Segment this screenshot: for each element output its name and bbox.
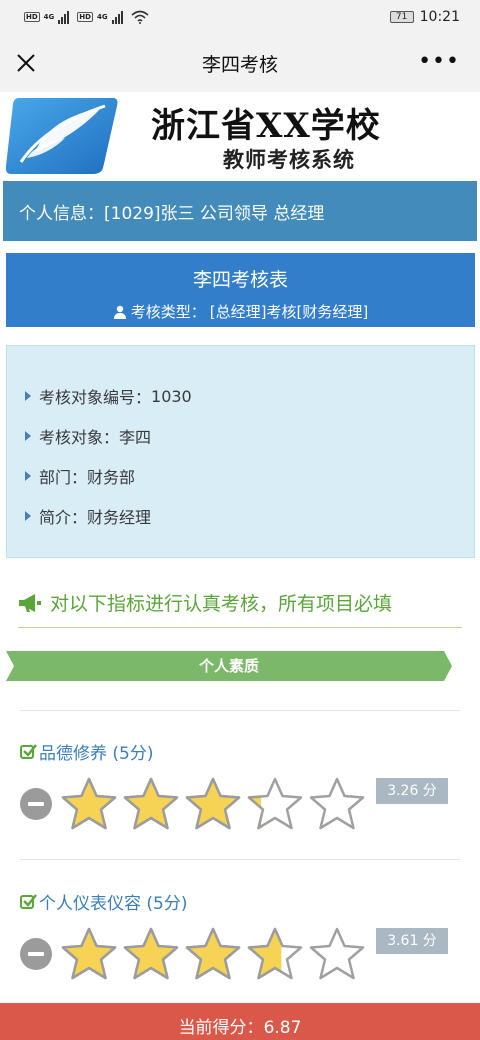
info-value: 李四 [119, 428, 152, 447]
caret-right-icon [25, 511, 31, 521]
clock: 10:21 [419, 9, 460, 25]
more-menu-button[interactable]: ••• [418, 51, 460, 73]
info-label: 部门： [39, 468, 88, 487]
score-badge: 3.61 分 [376, 928, 448, 954]
info-label: 考核对象： [39, 428, 120, 447]
rating-row-2: 3.61 分 [20, 926, 460, 982]
signal-icon [58, 10, 70, 24]
wifi-icon [131, 10, 149, 24]
decrease-rating-button[interactable] [20, 938, 52, 970]
caret-right-icon [25, 471, 31, 481]
current-score-label: 当前得分： [178, 1018, 264, 1038]
school-name: 浙江省XX学校 [151, 106, 381, 146]
info-value: 1030 [151, 386, 192, 406]
criterion-label-2: 个人仪表仪容 (5分) [20, 889, 187, 914]
current-score-bar: 当前得分：6.87 [0, 1003, 480, 1040]
score-badge: 3.26 分 [376, 778, 448, 804]
page-title: 李四考核 [201, 53, 278, 76]
sim1-hd-label: HD [24, 11, 40, 22]
star-filled-icon[interactable] [122, 776, 180, 832]
star-filled-icon[interactable] [246, 776, 304, 832]
user-info-label: 个人信息： [19, 203, 104, 224]
status-bar: HD 4G HD 4G 71 10:21 [0, 0, 480, 34]
battery-icon: 71 [389, 11, 414, 23]
sim2-network-label: 4G [96, 13, 108, 21]
rating-row-1: 3.26 分 [20, 776, 460, 832]
caret-right-icon [25, 391, 31, 401]
criterion-name: 个人仪表仪容 (5分) [39, 894, 188, 914]
megaphone-icon [19, 593, 41, 612]
star-filled-icon[interactable] [122, 926, 180, 982]
section-header: 个人素质 [6, 651, 452, 681]
info-row-target: 考核对象： 李四 [7, 416, 474, 456]
info-row-id: 考核对象编号： 1030 [7, 376, 474, 416]
instruction-text: 对以下指标进行认真考核，所有项目必填 [50, 593, 393, 615]
star-filled-icon[interactable] [60, 776, 118, 832]
criterion-name: 品德修养 (5分) [39, 744, 154, 764]
info-row-department: 部门： 财务部 [7, 456, 474, 496]
divider [20, 710, 460, 711]
info-row-intro: 简介： 财务经理 [7, 496, 474, 536]
criterion-label-1: 品德修养 (5分) [20, 739, 153, 764]
status-left: HD 4G HD 4G [24, 10, 149, 24]
sim2-indicator: HD [77, 11, 93, 23]
system-name: 教师考核系统 [223, 148, 355, 172]
star-empty-icon[interactable] [308, 776, 366, 832]
school-logo [5, 98, 118, 174]
evaluation-type-label: 考核类型： [130, 303, 206, 321]
info-label: 简介： [39, 508, 88, 527]
checkbox-checked-icon [20, 894, 37, 909]
evaluation-type-value: [总经理]考核[财务经理] [209, 303, 369, 321]
target-info-box: 考核对象编号： 1030 考核对象： 李四 部门： 财务部 简介： 财务经理 [6, 345, 475, 558]
checkbox-checked-icon [20, 744, 37, 759]
evaluation-type: 考核类型： [总经理]考核[财务经理] [6, 301, 475, 322]
evaluation-card-header: 李四考核表 考核类型： [总经理]考核[财务经理] [6, 253, 475, 327]
signal-icon-2 [111, 10, 123, 24]
close-icon[interactable] [14, 51, 38, 75]
current-score-value: 6.87 [263, 1018, 302, 1038]
section-title: 个人素质 [198, 657, 259, 675]
star-filled-icon[interactable] [246, 926, 304, 982]
info-label: 考核对象编号： [39, 388, 152, 407]
school-banner: 浙江省XX学校 教师考核系统 [3, 94, 477, 180]
user-info-value: [1029]张三 公司领导 总经理 [104, 203, 325, 224]
star-filled-icon[interactable] [184, 776, 242, 832]
user-info-bar: 个人信息： [1029]张三 公司领导 总经理 [3, 181, 477, 241]
info-value: 财务经理 [87, 508, 152, 527]
instruction-notice: 对以下指标进行认真考核，所有项目必填 [18, 588, 462, 628]
divider [20, 859, 460, 860]
caret-right-icon [25, 431, 31, 441]
info-value: 财务部 [87, 468, 136, 487]
user-icon [113, 305, 126, 319]
title-bar: 李四考核 ••• [0, 34, 480, 92]
sim1-indicator: HD [24, 11, 40, 23]
status-right: 71 10:21 [389, 9, 460, 25]
star-filled-icon[interactable] [184, 926, 242, 982]
decrease-rating-button[interactable] [20, 788, 52, 820]
sim2-hd-label: HD [77, 11, 93, 22]
star-empty-icon[interactable] [308, 926, 366, 982]
sim1-network-label: 4G [43, 13, 55, 21]
star-filled-icon[interactable] [60, 926, 118, 982]
evaluation-title: 李四考核表 [192, 269, 288, 291]
